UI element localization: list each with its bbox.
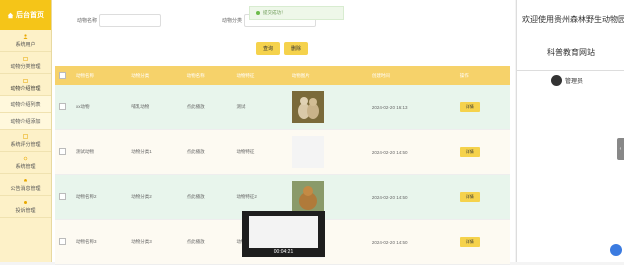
name-filter-label: 动物名称 <box>77 18 98 24</box>
detail-button[interactable]: 详情 <box>459 102 480 112</box>
bell-icon <box>24 178 27 181</box>
video-screen <box>249 216 318 248</box>
cell-time: 2024-02-20 16:13 <box>367 85 456 130</box>
cell-category: 动物分类2 <box>127 174 183 220</box>
user-name: 管理员 <box>565 79 584 85</box>
sidebar-item-label: 动物介绍管理 <box>10 85 41 92</box>
video-preview[interactable]: 00:04:21 <box>242 211 325 257</box>
collapse-handle[interactable]: ‹ <box>617 138 624 160</box>
user-info[interactable]: 管理员 <box>551 75 583 86</box>
table-header: 动物分类 <box>127 66 183 85</box>
cell-time: 2024-02-20 14:50 <box>367 219 456 265</box>
table-header: 动物名称 <box>72 66 128 85</box>
cell-category: 动物分类3 <box>127 219 183 265</box>
brand-label: 后台首页 <box>16 12 44 19</box>
sidebar: 后台首页 系统用户 动物分类管理 动物介绍管理 动物介绍列表 动物介绍添加 系统… <box>0 0 52 262</box>
cell-play[interactable]: 点此播放 <box>182 174 233 220</box>
home-icon <box>7 12 14 18</box>
sidebar-item-system[interactable]: 系统管理 <box>0 152 51 174</box>
row-checkbox[interactable] <box>59 238 66 245</box>
sidebar-item-label: 系统评分管理 <box>10 141 41 148</box>
cell-category: 动物分类1 <box>127 129 183 175</box>
gear-icon <box>23 156 28 160</box>
cell-name: 测试动物 <box>72 129 128 175</box>
site-title: 科普教育网站 <box>547 48 595 57</box>
sidebar-item-label: 投诉管理 <box>15 207 36 214</box>
category-filter-label: 动物分类 <box>222 18 243 24</box>
cell-play[interactable]: 点此播放 <box>182 129 233 175</box>
sidebar-subitem-intro-list[interactable]: 动物介绍列表 <box>0 96 51 113</box>
cell-name: xx动物 <box>72 85 128 130</box>
edit-icon <box>23 133 28 139</box>
table-header: 动物图片 <box>287 66 368 85</box>
divider <box>517 70 624 71</box>
table-header: 创建时间 <box>367 66 456 85</box>
sidebar-item-label: 公告消息管理 <box>10 185 41 192</box>
table-header: 操作 <box>455 66 510 85</box>
sidebar-item-categories[interactable]: 动物分类管理 <box>0 52 51 74</box>
image-placeholder <box>291 136 324 168</box>
chevron-left-icon: ‹ <box>619 146 622 152</box>
success-toast: 提交成功！ <box>249 6 344 20</box>
sidebar-item-label: 动物分类管理 <box>10 63 41 70</box>
row-checkbox[interactable] <box>59 193 66 200</box>
cell-name: 动物名称3 <box>72 219 128 265</box>
sidebar-item-label: 动物介绍添加 <box>10 118 41 125</box>
cell-play[interactable]: 点此播放 <box>182 85 233 130</box>
delete-button[interactable]: 删除 <box>284 42 308 55</box>
table-header: 动物名称 <box>182 66 233 85</box>
search-button[interactable]: 查询 <box>256 42 280 55</box>
folder-icon <box>23 78 28 83</box>
detail-button[interactable]: 详情 <box>459 192 480 202</box>
cell-feature: 动物特征 <box>232 129 288 175</box>
animal-image <box>291 91 324 123</box>
row-checkbox[interactable] <box>59 148 66 155</box>
detail-button[interactable]: 详情 <box>459 147 480 157</box>
flag-icon <box>24 200 27 204</box>
animal-image <box>291 181 324 213</box>
cell-play[interactable]: 点此播放 <box>182 219 233 265</box>
avatar <box>551 75 562 86</box>
sidebar-item-complaints[interactable]: 投诉管理 <box>0 196 51 218</box>
sidebar-item-notices[interactable]: 公告消息管理 <box>0 174 51 196</box>
welcome-text: 欢迎使用贵州森林野生动物园 <box>522 15 624 24</box>
cell-time: 2024-02-20 14:50 <box>367 129 456 175</box>
cell-name: 动物名称2 <box>72 174 128 220</box>
floating-assistant-icon[interactable] <box>610 244 622 256</box>
sidebar-item-label: 系统用户 <box>15 41 36 48</box>
detail-button[interactable]: 详情 <box>459 237 480 247</box>
sidebar-item-ratings[interactable]: 系统评分管理 <box>0 130 51 152</box>
table-header-row: 动物名称 动物分类 动物名称 动物特征 动物图片 创建时间 操作 <box>55 66 510 85</box>
sidebar-subitem-intro-add[interactable]: 动物介绍添加 <box>0 113 51 130</box>
sidebar-item-label: 系统管理 <box>15 163 36 170</box>
row-checkbox[interactable] <box>59 103 66 110</box>
table-row: 测试动物 动物分类1 点此播放 动物特征 2024-02-20 14:50 详情 <box>55 129 510 175</box>
select-all-checkbox[interactable] <box>59 71 66 79</box>
name-filter-input[interactable] <box>99 14 161 27</box>
folder-icon <box>23 56 28 61</box>
right-panel: 欢迎使用贵州森林野生动物园 科普教育网站 管理员 <box>516 0 624 262</box>
toast-text: 提交成功！ <box>263 10 286 15</box>
cell-category: 哺乳动物 <box>127 85 183 130</box>
table-row: xx动物 哺乳动物 点此播放 测试 2024-02-20 16:13 详情 <box>55 85 510 130</box>
table-header: 动物特征 <box>232 66 288 85</box>
sidebar-item-label: 动物介绍列表 <box>10 101 41 108</box>
user-icon <box>23 33 28 39</box>
sidebar-item-users[interactable]: 系统用户 <box>0 30 51 52</box>
sidebar-brand[interactable]: 后台首页 <box>0 0 51 30</box>
cell-time: 2024-02-20 14:50 <box>367 174 456 220</box>
video-time: 00:04:21 <box>273 249 294 255</box>
success-icon <box>256 11 260 15</box>
cell-feature: 测试 <box>232 85 288 130</box>
sidebar-item-animal-intro[interactable]: 动物介绍管理 <box>0 74 51 96</box>
